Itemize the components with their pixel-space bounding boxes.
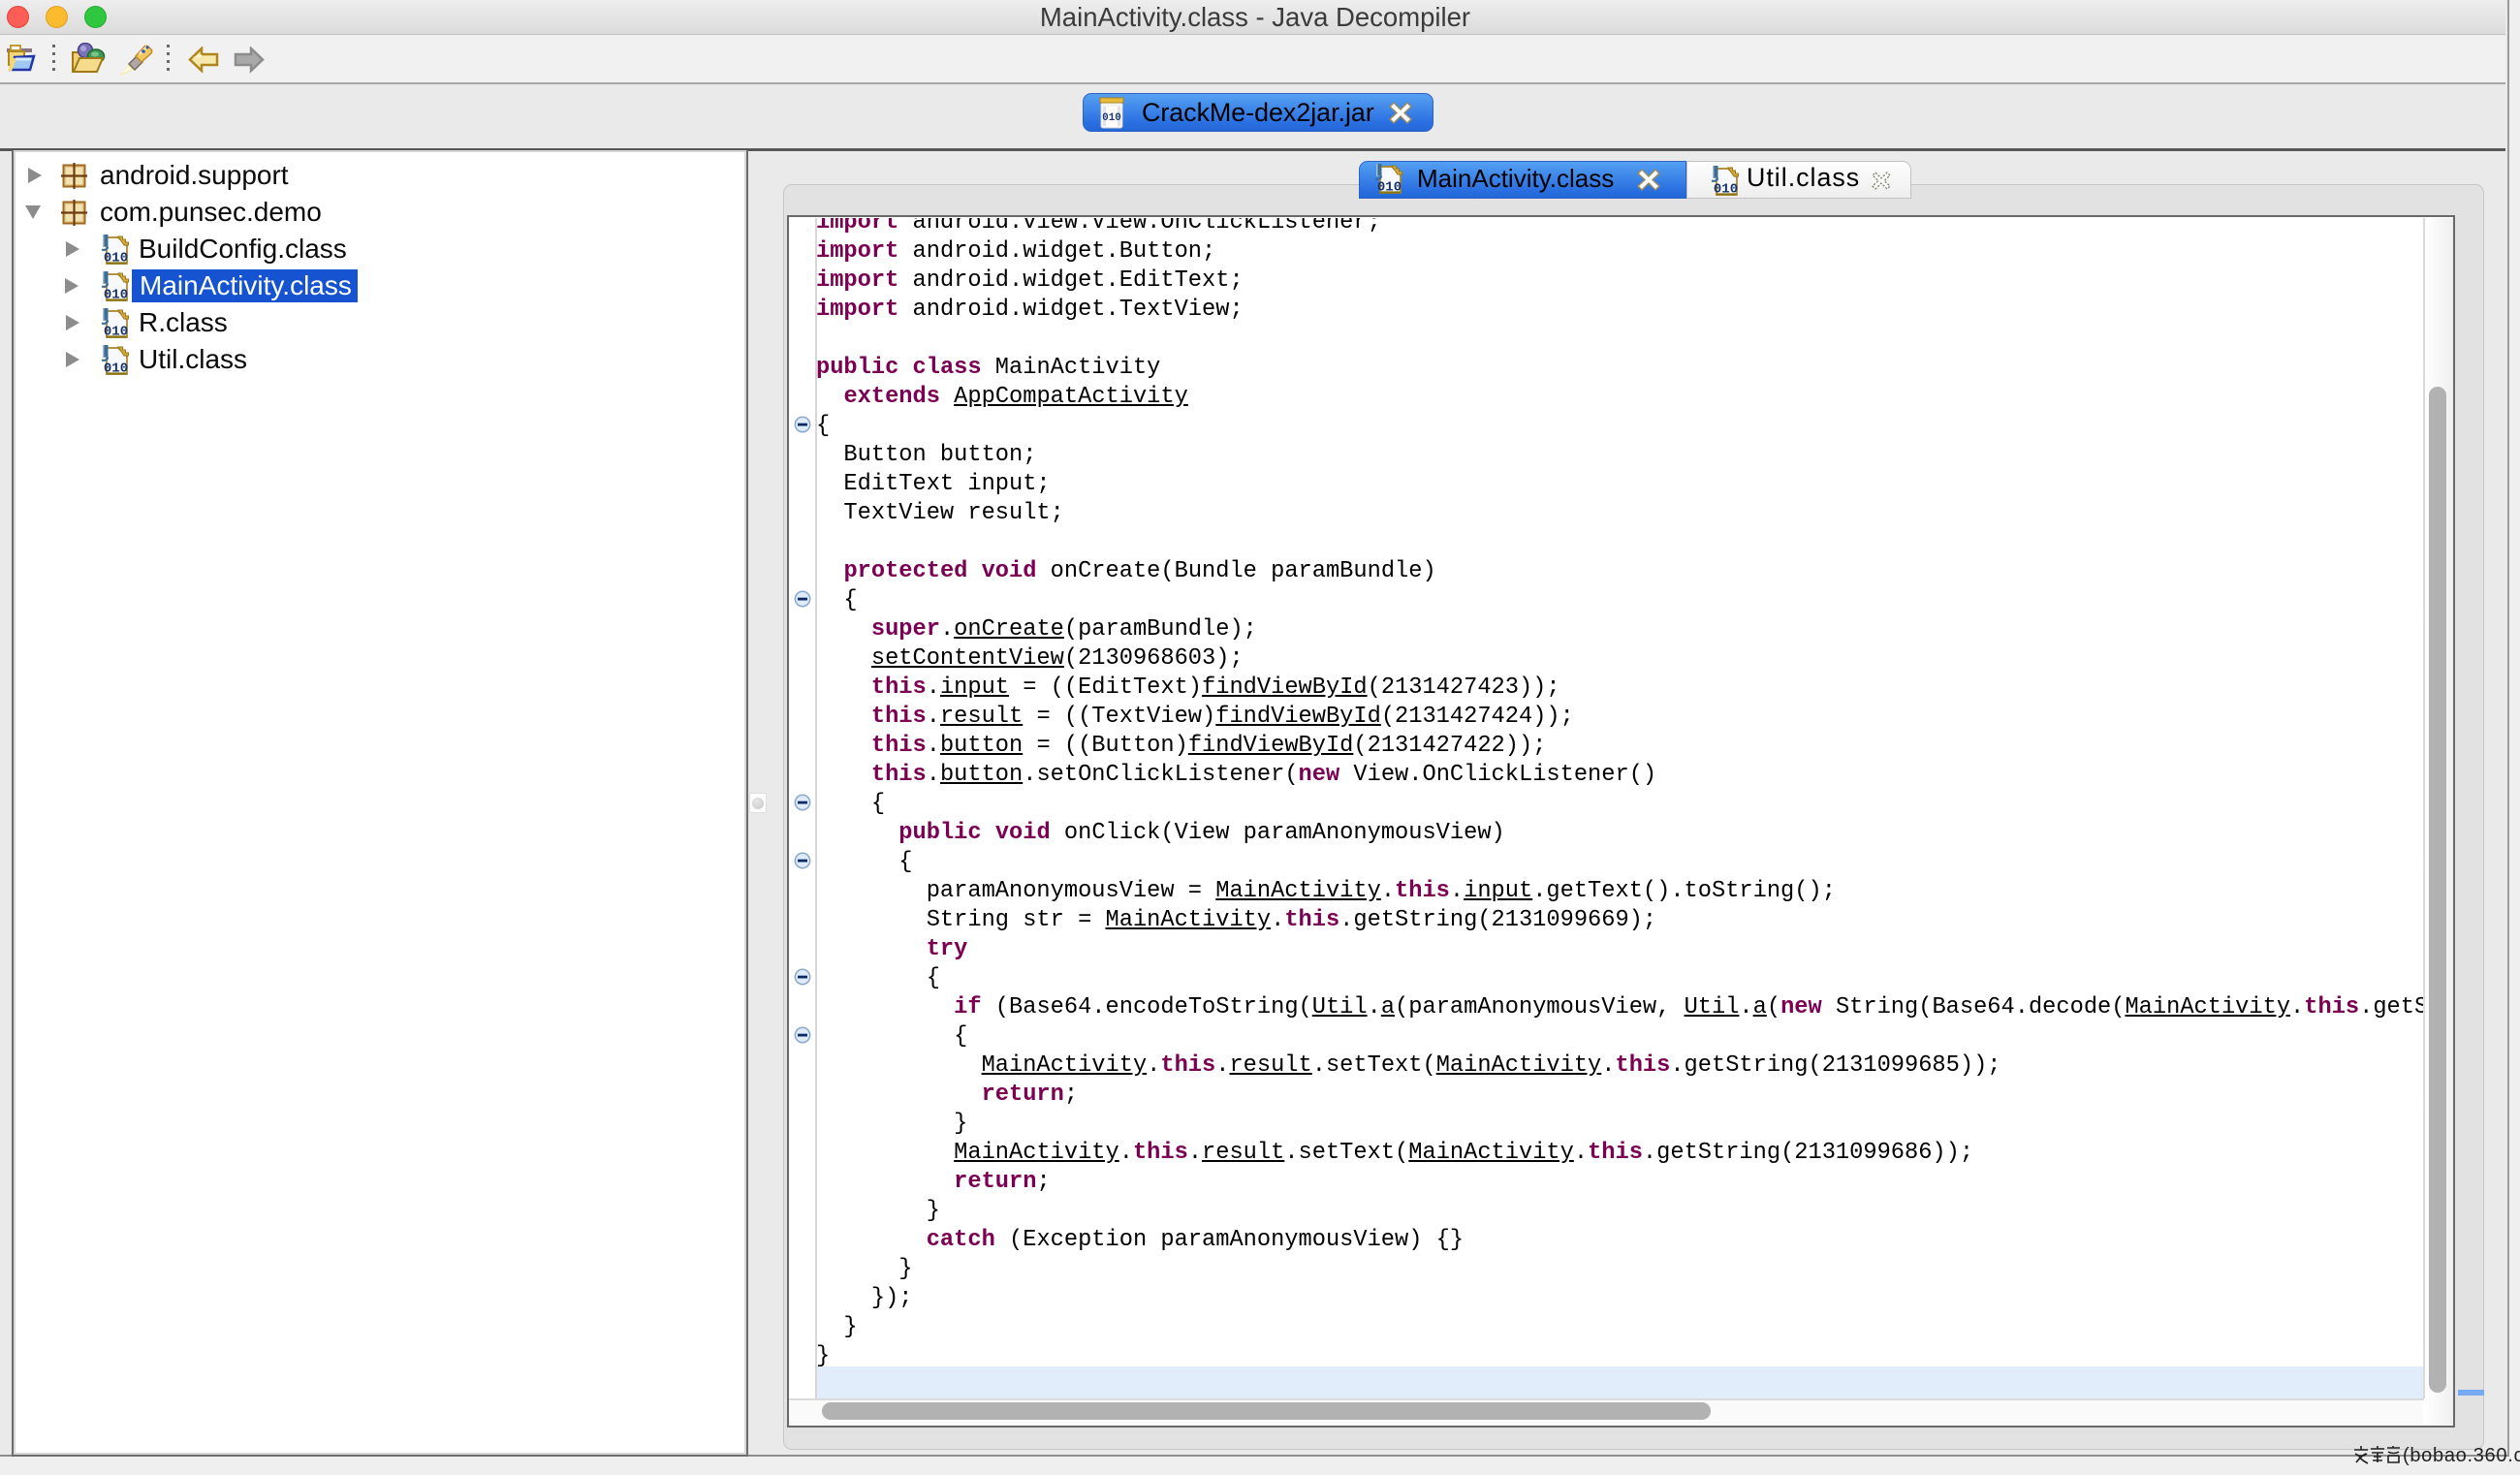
svg-text:010: 010 — [104, 288, 128, 303]
svg-text:010: 010 — [104, 325, 128, 340]
svg-text:010: 010 — [1714, 182, 1738, 198]
svg-text:010: 010 — [1377, 180, 1402, 196]
svg-text:010: 010 — [104, 251, 128, 267]
svg-text:010: 010 — [104, 361, 128, 377]
svg-text:010: 010 — [1102, 112, 1121, 124]
